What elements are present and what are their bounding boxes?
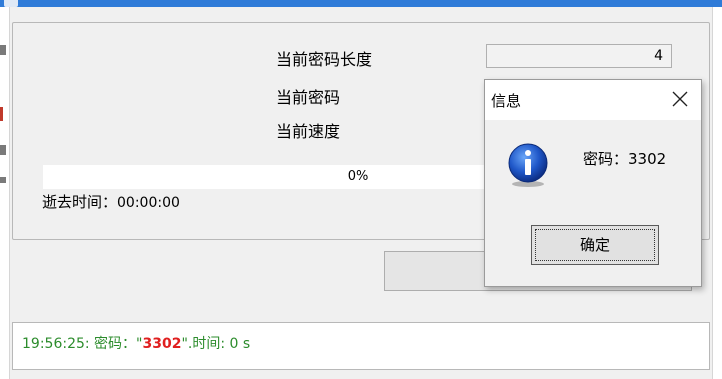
log-suffix: ".时间: 0 s <box>181 336 251 352</box>
background-window-strip <box>712 7 722 379</box>
current-speed-label: 当前速度 <box>276 122 341 141</box>
elapsed-value: 00:00:00 <box>117 195 180 211</box>
log-output[interactable]: 19:56:25: 密码："3302".时间: 0 s <box>12 322 710 370</box>
dialog-titlebar: 信息 <box>485 80 701 120</box>
log-password: 3302 <box>142 336 182 352</box>
dialog-title: 信息 <box>491 92 522 110</box>
background-window-strip <box>0 7 10 379</box>
window-titlebar <box>0 0 722 7</box>
background-fragment <box>0 145 6 155</box>
log-prefix: 密码：" <box>89 336 143 352</box>
background-fragment <box>0 177 6 183</box>
current-password-label: 当前密码 <box>276 88 341 107</box>
ok-button[interactable]: 确定 <box>531 225 659 265</box>
background-fragment <box>0 107 3 121</box>
background-fragment <box>0 45 6 55</box>
message-dialog: 信息 密码：3302 确定 <box>484 79 702 287</box>
app-icon <box>4 0 18 7</box>
ok-button-label: 确定 <box>579 236 610 254</box>
current-length-label: 当前密码长度 <box>276 50 373 69</box>
log-timestamp: 19:56:25: <box>22 336 90 352</box>
close-icon[interactable] <box>671 90 689 108</box>
info-icon <box>508 143 548 187</box>
elapsed-time: 逝去时间：00:00:00 <box>42 191 180 212</box>
current-length-field[interactable]: 4 <box>486 44 672 68</box>
elapsed-label: 逝去时间： <box>42 193 118 211</box>
dialog-message: 密码：3302 <box>583 150 667 168</box>
